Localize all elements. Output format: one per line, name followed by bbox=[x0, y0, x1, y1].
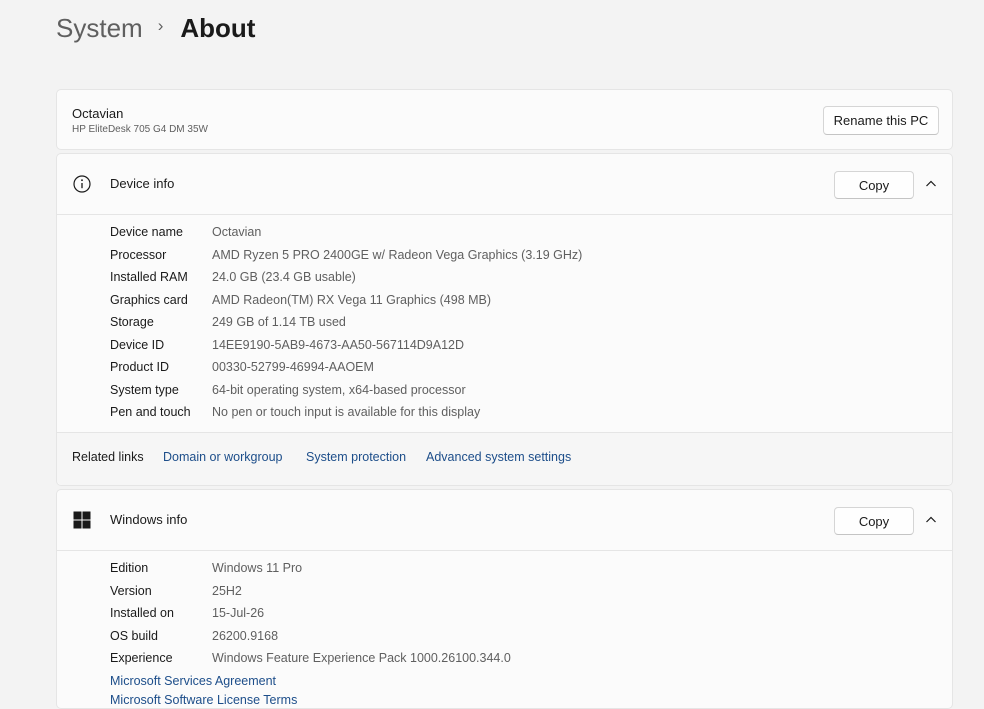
pc-name: Octavian bbox=[72, 106, 124, 121]
spec-value: 249 GB of 1.14 TB used bbox=[212, 315, 346, 329]
advanced-system-settings-link[interactable]: Advanced system settings bbox=[426, 450, 571, 464]
spec-value: 26200.9168 bbox=[212, 628, 279, 643]
spec-label: Product ID bbox=[110, 360, 170, 374]
chevron-right-icon: › bbox=[157, 16, 164, 35]
windows-info-title: Windows info bbox=[110, 512, 188, 527]
breadcrumb: System › About bbox=[56, 8, 255, 48]
spec-label: Edition bbox=[110, 561, 149, 575]
spec-label: Version bbox=[110, 583, 152, 598]
device-info-card: Device info Copy Device name Octavian Pr… bbox=[56, 153, 953, 486]
rename-pc-button[interactable]: Rename this PC bbox=[823, 106, 939, 135]
page-title: About bbox=[180, 12, 256, 43]
windows-logo-icon bbox=[73, 511, 91, 529]
spec-row-installed-on: Installed on 15-Jul-26 bbox=[110, 603, 264, 623]
pc-name-card: Octavian HP EliteDesk 705 G4 DM 35W Rena… bbox=[56, 89, 953, 150]
spec-value: AMD Radeon(TM) RX Vega 11 Graphics (498 … bbox=[212, 292, 492, 307]
spec-value: AMD Ryzen 5 PRO 2400GE w/ Radeon Vega Gr… bbox=[212, 247, 583, 262]
spec-label: Installed RAM bbox=[110, 270, 188, 284]
spec-row-processor: Processor AMD Ryzen 5 PRO 2400GE w/ Rade… bbox=[110, 245, 582, 265]
spec-value: Windows Feature Experience Pack 1000.261… bbox=[212, 651, 511, 665]
spec-row-installed-ram: Installed RAM 24.0 GB (23.4 GB usable) bbox=[110, 267, 356, 287]
spec-value: No pen or touch input is available for t… bbox=[212, 405, 481, 419]
device-info-copy-button[interactable]: Copy bbox=[834, 171, 914, 199]
spec-value: 15-Jul-26 bbox=[212, 606, 265, 620]
spec-row-experience: Experience Windows Feature Experience Pa… bbox=[110, 648, 511, 668]
spec-row-pen-and-touch: Pen and touch No pen or touch input is a… bbox=[110, 402, 480, 422]
related-links-label: Related links bbox=[72, 450, 144, 464]
spec-label: Graphics card bbox=[110, 292, 188, 307]
microsoft-services-agreement-link[interactable]: Microsoft Services Agreement bbox=[110, 674, 276, 688]
spec-row-product-id: Product ID 00330-52799-46994-AAOEM bbox=[110, 357, 374, 377]
spec-row-os-build: OS build 26200.9168 bbox=[110, 626, 278, 646]
spec-value: 00330-52799-46994-AAOEM bbox=[212, 360, 374, 374]
device-info-title: Device info bbox=[110, 176, 175, 191]
windows-info-header[interactable]: Windows info Copy bbox=[57, 490, 952, 551]
related-links-bar: Related links Domain or workgroup System… bbox=[57, 432, 952, 485]
spec-label: Storage bbox=[110, 315, 154, 329]
spec-value: 64-bit operating system, x64-based proce… bbox=[212, 382, 466, 397]
spec-label: System type bbox=[110, 382, 179, 397]
spec-row-graphics-card: Graphics card AMD Radeon(TM) RX Vega 11 … bbox=[110, 290, 491, 310]
spec-value: Windows 11 Pro bbox=[212, 561, 303, 575]
chevron-up-icon[interactable] bbox=[923, 512, 939, 528]
domain-or-workgroup-link[interactable]: Domain or workgroup bbox=[163, 450, 283, 464]
spec-label: Pen and touch bbox=[110, 405, 191, 419]
spec-row-version: Version 25H2 bbox=[110, 581, 242, 601]
windows-info-copy-button[interactable]: Copy bbox=[834, 507, 914, 535]
info-icon bbox=[73, 175, 91, 193]
microsoft-software-license-terms-link[interactable]: Microsoft Software License Terms bbox=[110, 693, 297, 707]
system-protection-link[interactable]: System protection bbox=[306, 450, 406, 464]
spec-row-storage: Storage 249 GB of 1.14 TB used bbox=[110, 312, 346, 332]
spec-value: 25H2 bbox=[212, 583, 242, 598]
spec-row-device-name: Device name Octavian bbox=[110, 222, 261, 242]
spec-label: Device ID bbox=[110, 337, 165, 352]
spec-label: OS build bbox=[110, 628, 158, 643]
spec-row-edition: Edition Windows 11 Pro bbox=[110, 558, 302, 578]
spec-value: 24.0 GB (23.4 GB usable) bbox=[212, 270, 356, 284]
device-info-header[interactable]: Device info Copy bbox=[57, 154, 952, 215]
spec-row-system-type: System type 64-bit operating system, x64… bbox=[110, 380, 466, 400]
spec-row-device-id: Device ID 14EE9190-5AB9-4673-AA50-567114… bbox=[110, 335, 464, 355]
spec-label: Processor bbox=[110, 247, 167, 262]
windows-info-card: Windows info Copy Edition Windows 11 Pro… bbox=[56, 489, 953, 709]
spec-label: Installed on bbox=[110, 606, 174, 620]
spec-label: Experience bbox=[110, 651, 173, 665]
chevron-up-icon[interactable] bbox=[923, 176, 939, 192]
pc-model: HP EliteDesk 705 G4 DM 35W bbox=[72, 124, 208, 135]
spec-value: 14EE9190-5AB9-4673-AA50-567114D9A12D bbox=[212, 337, 465, 352]
spec-value: Octavian bbox=[212, 225, 262, 239]
breadcrumb-system[interactable]: System bbox=[56, 13, 143, 44]
spec-label: Device name bbox=[110, 225, 183, 239]
